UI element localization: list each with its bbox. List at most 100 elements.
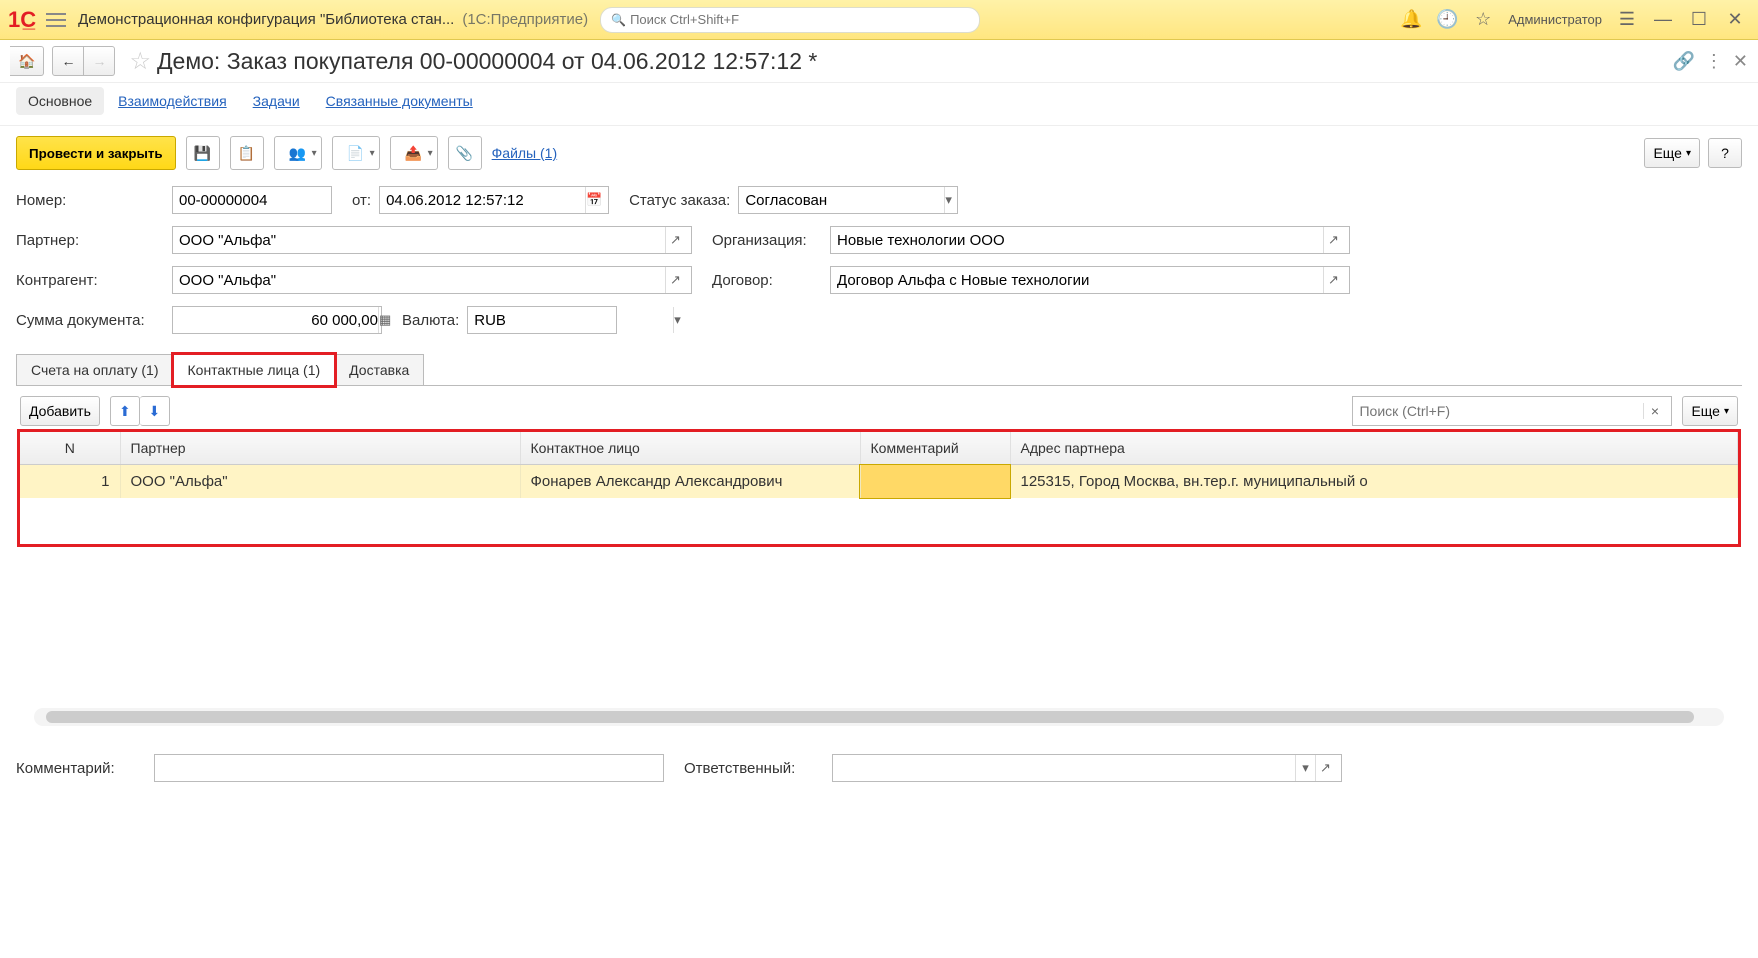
- post-button[interactable]: 📋: [230, 136, 264, 170]
- chevron-down-icon[interactable]: ▾: [1295, 755, 1315, 781]
- horizontal-scrollbar[interactable]: [34, 708, 1724, 726]
- link-icon[interactable]: 🔗: [1672, 51, 1694, 72]
- table-row[interactable]: 1 ООО "Альфа" Фонарев Александр Александ…: [20, 465, 1738, 499]
- export-dd-button[interactable]: 📤▾: [390, 136, 438, 170]
- chevron-down-icon[interactable]: ▾: [673, 307, 681, 333]
- forward-button[interactable]: →: [84, 46, 115, 76]
- table-highlight: N Партнер Контактное лицо Комментарий Ад…: [20, 432, 1738, 544]
- open-icon[interactable]: ↗: [1315, 755, 1335, 781]
- user-name[interactable]: Администратор: [1508, 12, 1602, 27]
- more-button[interactable]: Еще ▾: [1644, 138, 1700, 168]
- col-address[interactable]: Адрес партнера: [1010, 432, 1738, 465]
- clear-search-icon[interactable]: ×: [1643, 403, 1665, 419]
- status-field[interactable]: ▾: [738, 186, 958, 214]
- nav-tabs: Основное Взаимодействия Задачи Связанные…: [0, 83, 1758, 126]
- sum-field[interactable]: ▦: [172, 306, 382, 334]
- logo-1c: 1C̲: [8, 7, 36, 33]
- attach-button[interactable]: 📎: [448, 136, 482, 170]
- contacts-table[interactable]: N Партнер Контактное лицо Комментарий Ад…: [20, 432, 1738, 498]
- maximize-icon[interactable]: ☐: [1684, 5, 1714, 35]
- tab-delivery[interactable]: Доставка: [334, 354, 424, 386]
- nav-tab-main[interactable]: Основное: [16, 87, 104, 115]
- files-link[interactable]: Файлы (1): [492, 145, 557, 161]
- chevron-down-icon[interactable]: ▾: [944, 187, 952, 213]
- currency-field[interactable]: ▾: [467, 306, 617, 334]
- open-icon[interactable]: ↗: [665, 267, 685, 293]
- menu-icon[interactable]: [46, 13, 66, 27]
- counterparty-field[interactable]: ↗: [172, 266, 692, 294]
- counterparty-label: Контрагент:: [16, 272, 164, 289]
- star-icon[interactable]: ☆: [1468, 5, 1498, 35]
- comment-field[interactable]: [154, 754, 664, 782]
- home-button[interactable]: 🏠: [10, 46, 44, 76]
- cell-comment[interactable]: [860, 465, 1010, 499]
- tab-contacts[interactable]: Контактные лица (1): [173, 354, 336, 386]
- calc-icon[interactable]: ▦: [378, 307, 391, 333]
- table-search[interactable]: ×: [1352, 396, 1672, 426]
- calendar-icon[interactable]: 📅: [585, 187, 602, 213]
- currency-label: Валюта:: [402, 312, 459, 329]
- settings-icon[interactable]: ☰: [1612, 5, 1642, 35]
- org-field[interactable]: ↗: [830, 226, 1350, 254]
- number-field[interactable]: [172, 186, 332, 214]
- table-more-button[interactable]: Еще ▾: [1682, 396, 1738, 426]
- document-title: Демо: Заказ покупателя 00-00000004 от 04…: [157, 48, 817, 75]
- subheader: 🏠 ← → ☆ Демо: Заказ покупателя 00-000000…: [0, 40, 1758, 83]
- open-icon[interactable]: ↗: [1323, 267, 1343, 293]
- col-contact[interactable]: Контактное лицо: [520, 432, 860, 465]
- contract-label: Договор:: [712, 272, 822, 289]
- open-icon[interactable]: ↗: [665, 227, 685, 253]
- number-label: Номер:: [16, 192, 164, 209]
- cell-n[interactable]: 1: [20, 465, 120, 499]
- minimize-icon[interactable]: —: [1648, 5, 1678, 35]
- close-tab-icon[interactable]: ✕: [1733, 51, 1748, 72]
- comment-label: Комментарий:: [16, 760, 146, 777]
- move-down-button[interactable]: ⬇: [140, 396, 170, 426]
- help-button[interactable]: ?: [1708, 138, 1742, 168]
- col-partner[interactable]: Партнер: [120, 432, 520, 465]
- cell-address[interactable]: 125315, Город Москва, вн.тер.г. муниципа…: [1010, 465, 1738, 499]
- partner-field[interactable]: ↗: [172, 226, 692, 254]
- more-vert-icon[interactable]: ⋮: [1705, 51, 1723, 72]
- footer: Комментарий: Ответственный: ▾↗: [0, 740, 1758, 796]
- nav-tab-related[interactable]: Связанные документы: [314, 87, 485, 115]
- detail-tabs: Счета на оплату (1) Контактные лица (1) …: [16, 354, 1742, 386]
- create-dd-button[interactable]: 📄▾: [332, 136, 380, 170]
- users-dd-button[interactable]: 👥▾: [274, 136, 322, 170]
- global-search-input[interactable]: [630, 12, 969, 27]
- global-search[interactable]: 🔍: [600, 7, 980, 33]
- cell-contact[interactable]: Фонарев Александр Александрович: [520, 465, 860, 499]
- open-icon[interactable]: ↗: [1323, 227, 1343, 253]
- history-icon[interactable]: 🕘: [1432, 5, 1462, 35]
- doc-toolbar: Провести и закрыть 💾 📋 👥▾ 📄▾ 📤▾ 📎 Файлы …: [0, 126, 1758, 180]
- save-button[interactable]: 💾: [186, 136, 220, 170]
- back-button[interactable]: ←: [52, 46, 84, 76]
- app-subtitle: (1С:Предприятие): [462, 11, 588, 28]
- titlebar: 1C̲ Демонстрационная конфигурация "Библи…: [0, 0, 1758, 40]
- detail-panel: Добавить ⬆ ⬇ × Еще ▾ N Партнер Контактно…: [16, 385, 1742, 740]
- move-up-button[interactable]: ⬆: [110, 396, 140, 426]
- bell-icon[interactable]: 🔔: [1396, 5, 1426, 35]
- add-button[interactable]: Добавить: [20, 396, 100, 426]
- col-n[interactable]: N: [20, 432, 120, 465]
- org-label: Организация:: [712, 232, 822, 249]
- close-icon[interactable]: ✕: [1720, 5, 1750, 35]
- tab-invoices[interactable]: Счета на оплату (1): [16, 354, 174, 386]
- form-fields: Номер: от: 📅 Статус заказа: ▾ Партнер: ↗…: [0, 180, 1758, 340]
- status-label: Статус заказа:: [629, 192, 730, 209]
- table-search-input[interactable]: [1359, 403, 1643, 419]
- partner-label: Партнер:: [16, 232, 164, 249]
- responsible-field[interactable]: ▾↗: [832, 754, 1342, 782]
- contract-field[interactable]: ↗: [830, 266, 1350, 294]
- date-field[interactable]: 📅: [379, 186, 609, 214]
- app-title: Демонстрационная конфигурация "Библиотек…: [78, 11, 454, 28]
- nav-tab-tasks[interactable]: Задачи: [241, 87, 312, 115]
- search-icon: 🔍: [611, 13, 626, 27]
- col-comment[interactable]: Комментарий: [860, 432, 1010, 465]
- nav-tab-interactions[interactable]: Взаимодействия: [106, 87, 239, 115]
- sum-label: Сумма документа:: [16, 312, 164, 329]
- cell-partner[interactable]: ООО "Альфа": [120, 465, 520, 499]
- favorite-toggle[interactable]: ☆: [129, 47, 151, 76]
- post-and-close-button[interactable]: Провести и закрыть: [16, 136, 176, 170]
- responsible-label: Ответственный:: [684, 760, 824, 777]
